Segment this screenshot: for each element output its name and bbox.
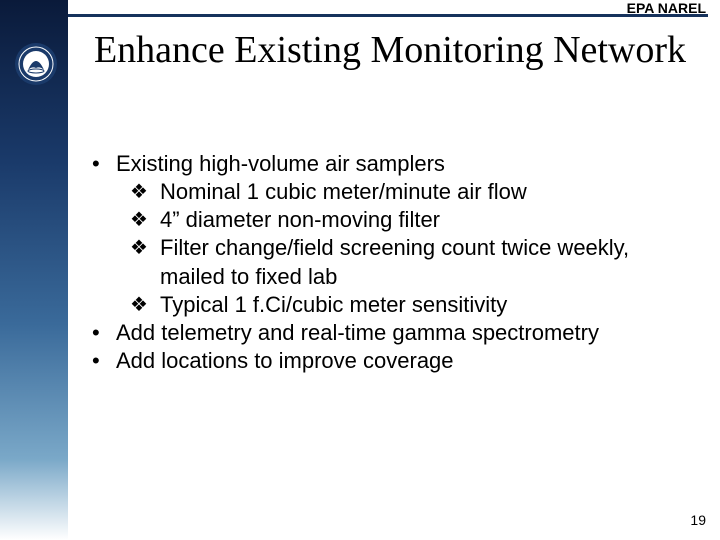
- bullet-text: Add telemetry and real-time gamma spectr…: [116, 319, 682, 347]
- epa-seal-icon: [14, 42, 58, 86]
- header-label: EPA NAREL: [627, 0, 706, 16]
- bullet-item: • Existing high-volume air samplers: [92, 150, 682, 178]
- sub-bullet-text: Typical 1 f.Ci/cubic meter sensitivity: [160, 291, 682, 319]
- sub-bullet-text: Filter change/field screening count twic…: [160, 234, 682, 290]
- bullet-text: Add locations to improve coverage: [116, 347, 682, 375]
- diamond-bullet-icon: ❖: [130, 178, 160, 206]
- diamond-bullet-icon: ❖: [130, 291, 160, 319]
- header-rule: [68, 14, 708, 17]
- bullet-dot-icon: •: [92, 319, 116, 347]
- sub-bullet-item: ❖ Filter change/field screening count tw…: [92, 234, 682, 290]
- sub-bullet-item: ❖ Typical 1 f.Ci/cubic meter sensitivity: [92, 291, 682, 319]
- sub-bullet-item: ❖ Nominal 1 cubic meter/minute air flow: [92, 178, 682, 206]
- sub-bullet-text: Nominal 1 cubic meter/minute air flow: [160, 178, 682, 206]
- bullet-dot-icon: •: [92, 347, 116, 375]
- bullet-text: Existing high-volume air samplers: [116, 150, 682, 178]
- sub-bullet-text: 4” diameter non-moving filter: [160, 206, 682, 234]
- bullet-item: • Add locations to improve coverage: [92, 347, 682, 375]
- sub-bullet-item: ❖ 4” diameter non-moving filter: [92, 206, 682, 234]
- page-number: 19: [690, 512, 706, 528]
- slide: EPA NAREL Enhance Existing Monitoring Ne…: [0, 0, 720, 540]
- bullet-dot-icon: •: [92, 150, 116, 178]
- content-area: • Existing high-volume air samplers ❖ No…: [92, 150, 682, 375]
- slide-title: Enhance Existing Monitoring Network: [80, 30, 700, 72]
- diamond-bullet-icon: ❖: [130, 234, 160, 290]
- bullet-item: • Add telemetry and real-time gamma spec…: [92, 319, 682, 347]
- diamond-bullet-icon: ❖: [130, 206, 160, 234]
